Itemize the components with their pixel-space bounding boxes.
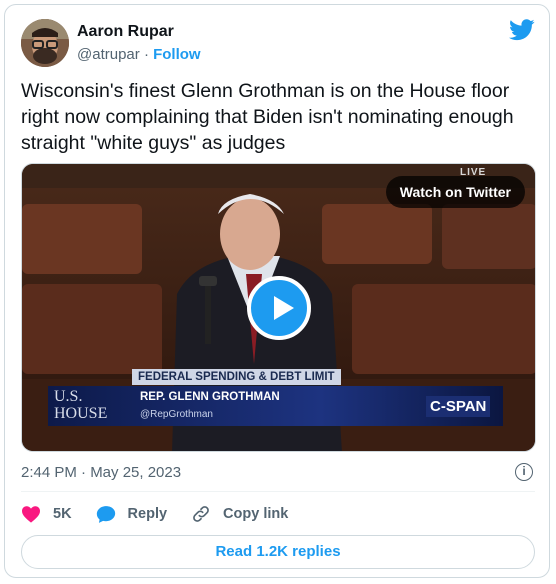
heart-icon (22, 506, 40, 523)
us-house-line1: U.S. (54, 388, 83, 405)
us-house-logo: U.S. HOUSE (54, 388, 107, 422)
tweet-card[interactable]: Aaron Rupar @atrupar · Follow Wisconsin'… (4, 4, 550, 578)
tweet-text: Wisconsin's finest Glenn Grothman is on … (21, 80, 514, 154)
read-replies-button[interactable]: Read 1.2K replies (21, 535, 535, 569)
info-icon[interactable]: i (515, 463, 533, 481)
twitter-bird-icon[interactable] (509, 19, 535, 41)
author-handle-row: @atrupar · Follow (77, 46, 201, 63)
author-handle[interactable]: @atrupar (77, 46, 140, 63)
play-icon[interactable] (246, 275, 311, 340)
like-count: 5K (53, 506, 72, 522)
handle-separator: · (143, 46, 149, 63)
watch-on-twitter-button[interactable]: Watch on Twitter (385, 176, 525, 208)
us-house-line2: HOUSE (54, 405, 108, 422)
speaker-handle: @RepGrothman (140, 409, 213, 420)
author-avatar[interactable] (21, 19, 69, 67)
author-name[interactable]: Aaron Rupar (77, 23, 174, 41)
tweet-timestamp[interactable]: 2:44 PM · May 25, 2023 (21, 464, 181, 481)
reply-button[interactable]: Reply (96, 505, 168, 524)
follow-button[interactable]: Follow (153, 46, 201, 63)
program-banner: FEDERAL SPENDING & DEBT LIMIT (132, 369, 341, 385)
reply-bubble-icon (96, 505, 115, 523)
link-icon (193, 506, 209, 522)
copy-link-label: Copy link (223, 506, 289, 522)
speaker-name: REP. GLENN GROTHMAN (140, 391, 280, 403)
like-button[interactable]: 5K (21, 505, 72, 523)
reply-label: Reply (127, 506, 168, 522)
divider (21, 491, 535, 492)
action-bar: 5K Reply Copy link (21, 502, 312, 526)
video-player[interactable]: LIVE FEDERAL SPENDING & DEBT LIMIT U.S. … (21, 163, 536, 452)
cspan-logo: C-SPAN (426, 396, 491, 417)
copy-link-button[interactable]: Copy link (191, 504, 288, 524)
